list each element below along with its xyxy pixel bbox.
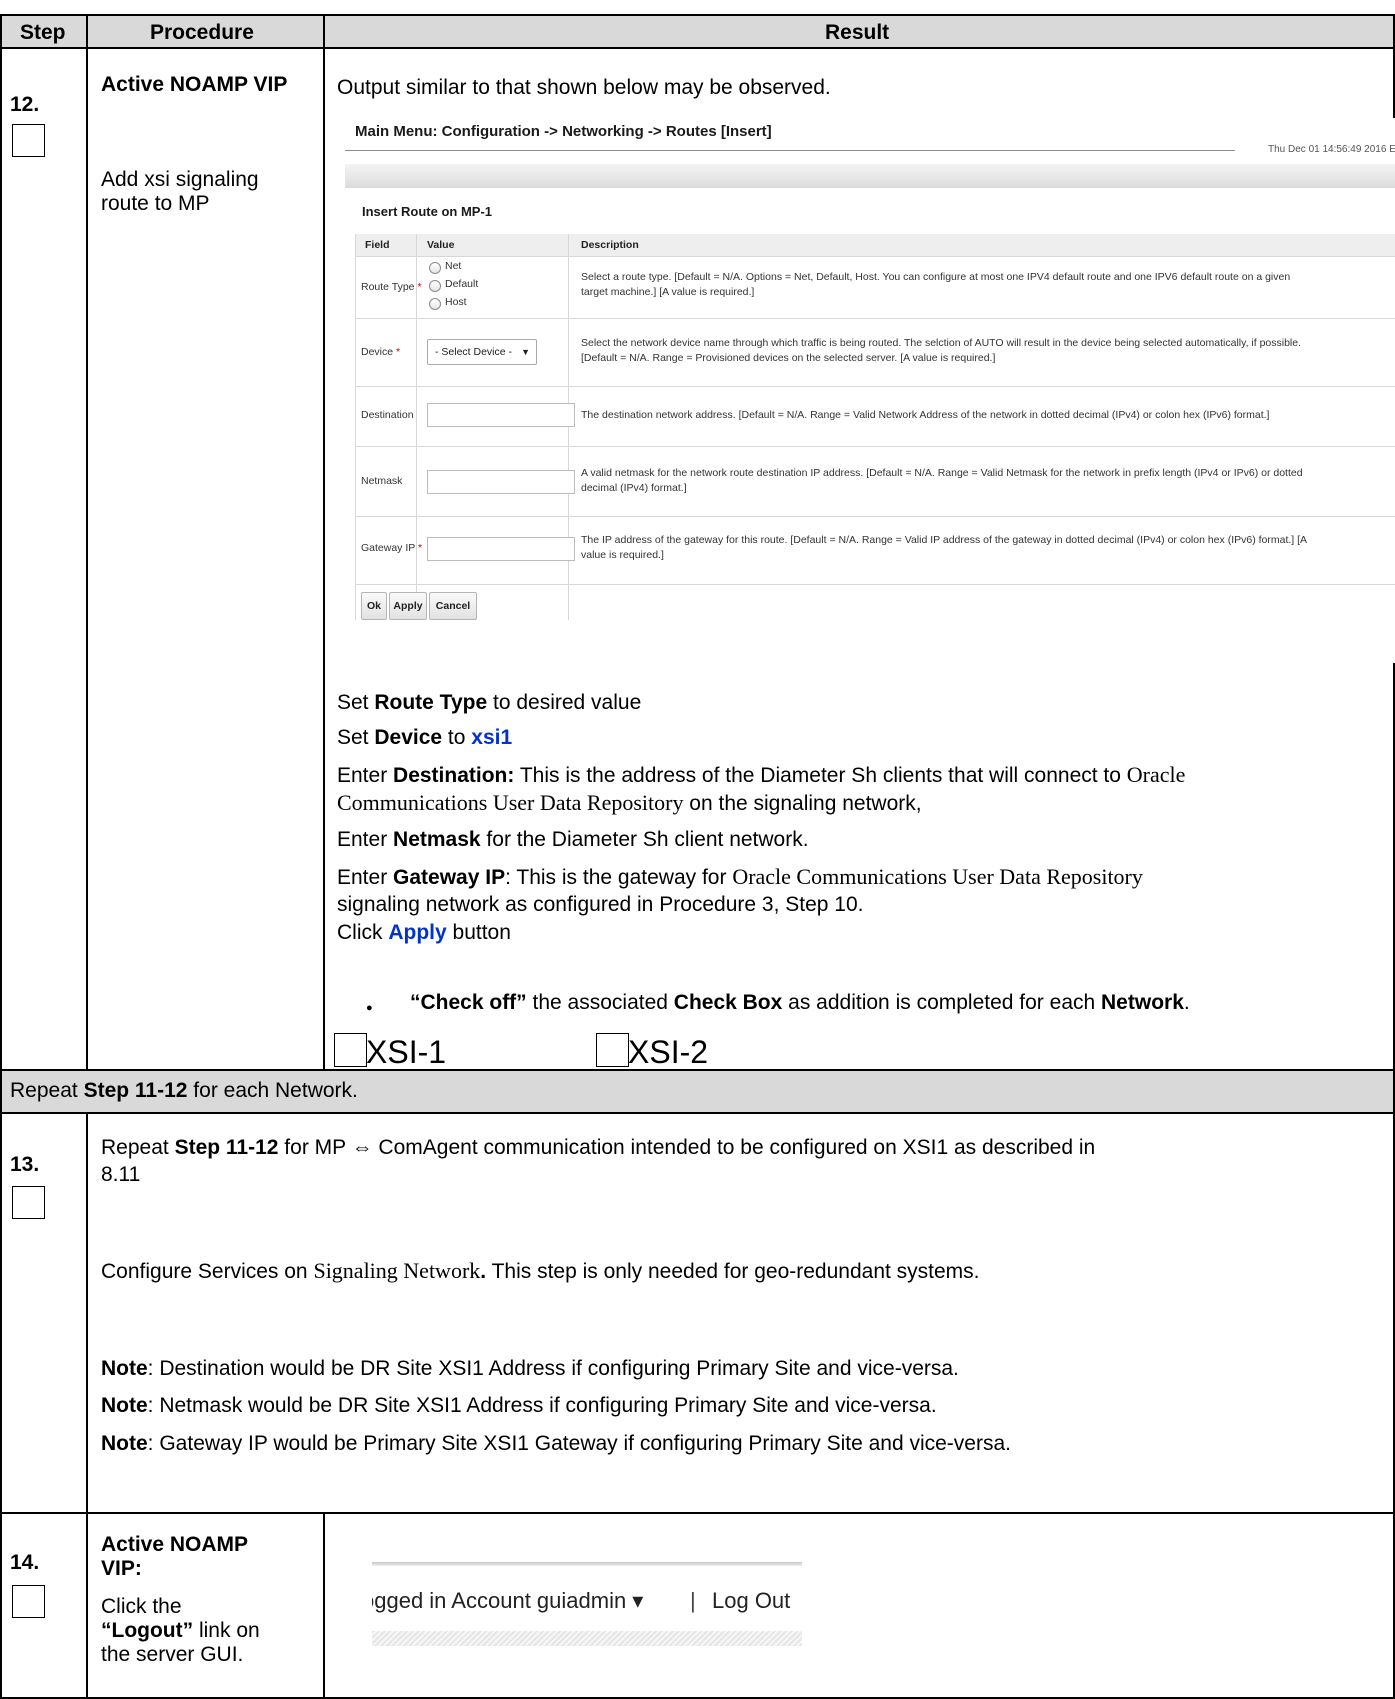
note-destination: Note: Destination would be DR Site XSI1 … xyxy=(101,1357,959,1380)
step-14-checkbox[interactable] xyxy=(12,1585,45,1618)
note-netmask: Note: Netmask would be DR Site XSI1 Addr… xyxy=(101,1394,937,1417)
set-route-type: Set Route Type to desired value xyxy=(337,691,642,714)
procedure-document: Step Procedure Result 12. Active NOAMP V… xyxy=(0,0,1395,1699)
col-value: Value xyxy=(427,239,455,251)
route-type-label: Route Type * xyxy=(361,281,422,293)
hatched-band xyxy=(372,1631,802,1646)
timestamp: Thu Dec 01 14:56:49 2016 E xyxy=(1268,144,1395,155)
gateway-desc-2: value is required.] xyxy=(581,549,664,561)
toolbar-band xyxy=(345,164,1395,188)
gateway-desc-1: The IP address of the gateway for this r… xyxy=(581,534,1308,546)
radio-host[interactable] xyxy=(429,298,441,310)
device-label: Device * xyxy=(361,346,401,358)
col-description: Description xyxy=(581,239,639,251)
gateway-label: Gateway IP * xyxy=(361,542,423,554)
radio-net[interactable] xyxy=(429,262,441,274)
radio-default[interactable] xyxy=(429,280,441,292)
enter-netmask: Enter Netmask for the Diameter Sh client… xyxy=(337,828,809,851)
separator: | xyxy=(690,1588,696,1613)
step-14-proc-l1: Click the xyxy=(101,1595,182,1618)
device-desc-2: [Default = N/A. Range = Provisioned devi… xyxy=(581,352,996,364)
breadcrumb: Main Menu: Configuration -> Networking -… xyxy=(355,123,772,140)
header-procedure: Procedure xyxy=(150,21,254,44)
set-device: Set Device to xsi1 xyxy=(337,726,513,749)
device-select[interactable]: - Select Device - ▼ xyxy=(427,339,537,365)
netmask-desc-2: decimal (IPv4) format.] xyxy=(581,482,687,494)
note-gateway: Note: Gateway IP would be Primary Site X… xyxy=(101,1432,1011,1455)
check-off-instruction: “Check off” the associated Check Box as … xyxy=(410,991,1190,1014)
xsi-1-label: XSI-1 xyxy=(366,1034,447,1070)
step-13-section: 8.11 xyxy=(101,1163,141,1186)
step-14-proc-title-2: VIP: xyxy=(101,1557,142,1580)
netmask-label: Netmask xyxy=(361,475,403,487)
destination-input[interactable] xyxy=(427,403,575,427)
header-step: Step xyxy=(20,21,66,44)
click-apply: Click Apply button xyxy=(337,921,511,944)
step-13-repeat: Repeat Step 11-12 for MP ⇔ ComAgent comm… xyxy=(101,1136,1096,1159)
apply-button[interactable]: Apply xyxy=(389,592,427,620)
repeat-row-text: Repeat Step 11-12 for each Network. xyxy=(10,1079,358,1102)
col-field: Field xyxy=(365,239,390,251)
step-13-configure-services: Configure Services on Signaling Network.… xyxy=(101,1258,980,1283)
form-table: Field Value Description Route Type * Net… xyxy=(355,234,1395,620)
destination-desc: The destination network address. [Defaul… xyxy=(581,409,1270,421)
netmask-input[interactable] xyxy=(427,470,575,494)
form-title: Insert Route on MP-1 xyxy=(362,204,493,219)
step-12-checkbox[interactable] xyxy=(12,124,45,157)
xsi-1-checkbox[interactable] xyxy=(334,1033,367,1067)
route-type-desc-1: Select a route type. [Default = N/A. Opt… xyxy=(581,271,1291,283)
enter-gateway-cont: signaling network as configured in Proce… xyxy=(337,893,864,916)
enter-destination: Enter Destination: This is the address o… xyxy=(337,762,1186,787)
device-desc-1: Select the network device name through w… xyxy=(581,337,1302,349)
step-14-number: 14. xyxy=(10,1551,40,1574)
route-type-desc-2: target machine.] [A value is required.] xyxy=(581,286,755,298)
step-13-number: 13. xyxy=(10,1153,40,1176)
step-14-proc-l3: the server GUI. xyxy=(101,1643,244,1666)
header-result: Result xyxy=(825,21,890,44)
ok-button[interactable]: Ok xyxy=(361,592,387,620)
step-12-number: 12. xyxy=(10,93,40,116)
bullet-icon: ● xyxy=(366,1002,373,1014)
xsi-2-checkbox[interactable] xyxy=(596,1033,629,1067)
step-12-intro: Output similar to that shown below may b… xyxy=(337,76,831,99)
step-14-proc-title-1: Active NOAMP xyxy=(101,1533,249,1556)
destination-label: Destination xyxy=(361,409,414,421)
step-12-proc-desc: Add xsi signaling route to MP xyxy=(101,168,259,215)
radio-default-label: Default xyxy=(445,278,479,290)
step-12-proc-title: Active NOAMP VIP xyxy=(101,73,288,96)
xsi-2-label: XSI-2 xyxy=(628,1034,709,1070)
radio-net-label: Net xyxy=(445,260,462,272)
enter-destination-cont: Communications User Data Repository on t… xyxy=(337,790,922,815)
netmask-desc-1: A valid netmask for the network route de… xyxy=(581,467,1303,479)
logged-in-account: ogged in Account guiadmin ▾ xyxy=(372,1588,644,1613)
log-out-link[interactable]: Log Out xyxy=(712,1588,790,1614)
gateway-input[interactable] xyxy=(427,537,575,561)
insert-route-screenshot: Main Menu: Configuration -> Networking -… xyxy=(345,118,1395,663)
radio-host-label: Host xyxy=(445,296,467,308)
cancel-button[interactable]: Cancel xyxy=(429,592,477,620)
logout-screenshot: ogged in Account guiadmin ▾ | Log Out xyxy=(372,1562,802,1672)
step-13-checkbox[interactable] xyxy=(12,1186,45,1219)
step-14-proc-l2: “Logout” link on xyxy=(101,1619,260,1642)
enter-gateway: Enter Gateway IP: This is the gateway fo… xyxy=(337,864,1143,889)
